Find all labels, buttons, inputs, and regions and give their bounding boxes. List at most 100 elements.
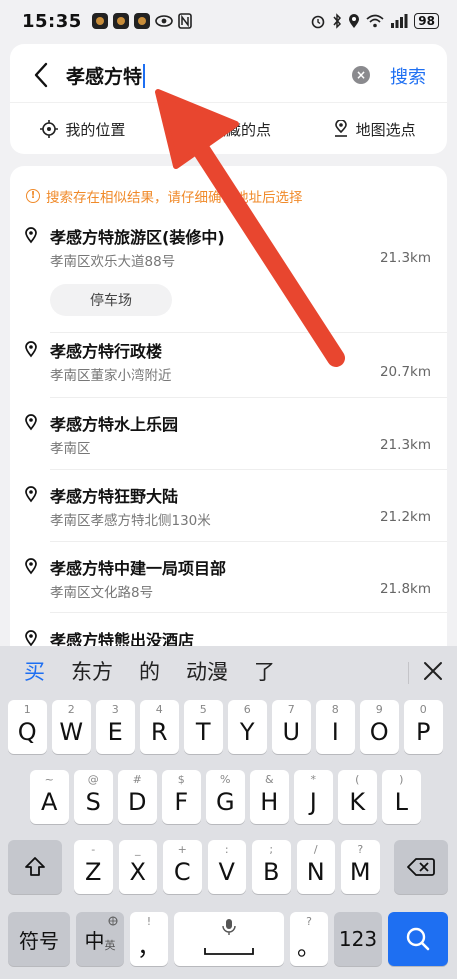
search-query: 孝感方特 — [66, 66, 143, 88]
map-select-button[interactable]: 地图选点 — [301, 119, 447, 140]
eye-icon — [154, 15, 173, 27]
key-z[interactable]: -Z — [74, 840, 113, 894]
comma-label: ， — [137, 932, 161, 961]
candidate-word[interactable]: 买 — [24, 656, 45, 686]
shift-key[interactable] — [8, 840, 62, 894]
key-label: T — [195, 718, 211, 746]
key-h[interactable]: & H — [250, 770, 289, 824]
location-pin-icon — [25, 486, 37, 503]
app-notification-icon — [91, 13, 108, 29]
close-icon[interactable] — [420, 658, 446, 684]
candidate-word[interactable]: 动漫 — [186, 656, 228, 686]
key-sub-label: 6 — [243, 703, 251, 716]
numbers-key[interactable]: 123 — [334, 912, 382, 966]
key-label: P — [416, 718, 431, 746]
favorites-button[interactable]: 收藏的点 — [156, 119, 302, 140]
key-r[interactable]: 4R — [140, 700, 179, 754]
chevron-left-icon — [34, 62, 48, 88]
app-notification-icon — [112, 13, 129, 29]
key-i[interactable]: 8I — [316, 700, 355, 754]
key-sub-label: * — [310, 773, 317, 786]
location-pin-icon — [25, 341, 37, 358]
key-sub-label: : — [224, 843, 229, 856]
location-pin-icon — [25, 630, 37, 647]
key-s[interactable]: @ S — [74, 770, 113, 824]
key-label: I — [331, 718, 339, 746]
list-item[interactable]: 孝感方特行政楼 孝南区董家小湾附近 20.7km — [10, 338, 447, 398]
key-e[interactable]: 3E — [96, 700, 135, 754]
key-sub-label: - — [91, 843, 96, 856]
result-address: 孝南区文化路8号 — [50, 585, 154, 601]
key-sub-label: _ — [135, 843, 141, 856]
key-t[interactable]: 5T — [184, 700, 223, 754]
key-label: O — [369, 718, 389, 746]
search-key[interactable] — [388, 912, 448, 966]
key-label: D — [128, 788, 147, 816]
key-b[interactable]: ; B — [252, 840, 291, 894]
system-icons: 98 — [310, 13, 439, 29]
comma-key[interactable]: ! ， — [130, 912, 168, 966]
key-n[interactable]: / N — [296, 840, 335, 894]
key-y[interactable]: 6Y — [228, 700, 267, 754]
my-location-button[interactable]: 我的位置 — [10, 119, 156, 140]
location-icon — [349, 14, 360, 28]
key-label: N — [306, 858, 325, 886]
clear-icon[interactable]: × — [352, 66, 370, 84]
result-distance: 21.3km — [379, 437, 431, 453]
candidate-word[interactable]: 的 — [139, 656, 160, 686]
language-key[interactable]: 中 英 — [76, 912, 124, 966]
key-m[interactable]: ? M — [341, 840, 380, 894]
list-item[interactable]: 孝感方特旅游区(装修中) 孝南区欢乐大道88号 21.3km 停车场 — [10, 224, 447, 333]
key-sub-label: ~ — [44, 773, 54, 786]
candidate-word[interactable]: 了 — [254, 656, 275, 686]
candidate-word[interactable]: 东方 — [71, 656, 113, 686]
symbols-key[interactable]: 符号 — [8, 912, 70, 966]
key-v[interactable]: :V — [207, 840, 246, 894]
key-c[interactable]: + C — [163, 840, 202, 894]
key-x[interactable]: _ X — [118, 840, 157, 894]
list-item[interactable]: 孝感方特中建一局项目部 孝南区文化路8号 21.8km — [10, 555, 447, 615]
result-name: 孝感方特中建一局项目部 — [50, 559, 227, 578]
key-k[interactable]: (K — [338, 770, 377, 824]
key-o[interactable]: 9O — [360, 700, 399, 754]
list-item[interactable]: 孝感方特水上乐园 孝南区 21.3km — [10, 411, 447, 471]
key-sub-label: 5 — [199, 703, 207, 716]
period-key[interactable]: ? 。 — [290, 912, 328, 966]
key-sub-label: # — [132, 773, 142, 786]
key-a[interactable]: ~ A — [30, 770, 69, 824]
key-label: E — [107, 718, 123, 746]
location-pin-icon — [25, 558, 37, 575]
key-q[interactable]: 1Q — [8, 700, 47, 754]
key-f[interactable]: $ F — [162, 770, 201, 824]
period-sub: ? — [306, 915, 312, 928]
wifi-icon — [366, 14, 384, 28]
key-sub-label: 8 — [331, 703, 339, 716]
key-g[interactable]: % G — [206, 770, 245, 824]
result-address: 孝南区 — [50, 441, 91, 457]
quick-label: 地图选点 — [355, 120, 416, 139]
key-sub-label: & — [264, 773, 274, 786]
space-key[interactable] — [174, 912, 284, 966]
space-bar-icon — [204, 948, 254, 955]
key-u[interactable]: 7U — [272, 700, 311, 754]
back-button[interactable] — [26, 58, 56, 92]
parking-tag-button[interactable]: 停车场 — [50, 284, 172, 316]
key-d[interactable]: # D — [118, 770, 157, 824]
divider — [50, 469, 447, 470]
result-distance: 21.2km — [379, 509, 431, 525]
info-icon: ! — [26, 189, 40, 203]
key-l[interactable]: ) L — [382, 770, 421, 824]
search-button[interactable]: 搜索 — [390, 63, 426, 89]
divider — [50, 541, 447, 542]
key-label: A — [41, 788, 58, 816]
key-label: K — [349, 788, 366, 816]
search-input[interactable]: 孝感方特 — [66, 62, 146, 89]
key-j[interactable]: * J — [294, 770, 333, 824]
backspace-key[interactable] — [394, 840, 448, 894]
signal-icon — [391, 14, 408, 28]
key-label: H — [260, 788, 279, 816]
key-p[interactable]: 0P — [404, 700, 443, 754]
key-w[interactable]: 2W — [52, 700, 91, 754]
search-icon — [406, 927, 430, 951]
list-item[interactable]: 孝感方特狂野大陆 孝南区孝感方特北侧130米 21.2km — [10, 483, 447, 543]
